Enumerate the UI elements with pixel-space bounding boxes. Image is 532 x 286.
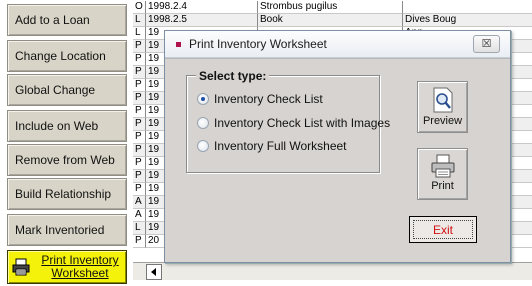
option-inventory-check-list-with-images[interactable]: Inventory Check List with Images xyxy=(197,116,390,130)
exit-label: Exit xyxy=(413,220,473,239)
dialog-titlebar[interactable]: Print Inventory Worksheet ☒ xyxy=(165,31,510,58)
add-to-loan-button[interactable]: Add to a Loan xyxy=(7,4,127,36)
option-label: Inventory Check List with Images xyxy=(214,116,391,130)
print-ws-line2: Worksheet xyxy=(51,266,109,280)
exit-button[interactable]: Exit xyxy=(409,216,477,243)
option-label: Inventory Full Worksheet xyxy=(214,139,347,153)
cell-type: O xyxy=(133,1,146,14)
table-row[interactable]: O 1998.2.4 Strombus pugilus xyxy=(133,1,532,14)
horizontal-scrollbar[interactable] xyxy=(133,262,532,280)
cell-type: P xyxy=(133,40,146,53)
cell-type: P xyxy=(133,131,146,144)
preview-button[interactable]: Preview xyxy=(417,81,468,133)
cell-type: A xyxy=(133,209,146,222)
radio-unselected-icon[interactable] xyxy=(197,140,209,152)
cell-type: A xyxy=(133,196,146,209)
cell-id: 1998.2.4 xyxy=(146,1,258,14)
remove-from-web-button[interactable]: Remove from Web xyxy=(7,144,127,176)
cell-type: P xyxy=(133,66,146,79)
print-label: Print xyxy=(431,180,454,192)
option-label: Inventory Check List xyxy=(214,92,323,106)
dialog-body: Select type: Inventory Check List Invent… xyxy=(165,58,510,262)
cell-type: P xyxy=(133,53,146,66)
scroll-left-arrow-icon[interactable] xyxy=(146,264,162,280)
cell-type: P xyxy=(133,105,146,118)
preview-label: Preview xyxy=(422,115,463,127)
cell-type: L xyxy=(133,222,146,235)
select-type-group: Select type: Inventory Check List Invent… xyxy=(186,69,390,173)
cell-type: P xyxy=(133,118,146,131)
cell-type: P xyxy=(133,79,146,92)
cell-type: P xyxy=(133,235,146,248)
cell-extra xyxy=(403,1,532,14)
sidebar: Add to a Loan Change Location Global Cha… xyxy=(0,0,128,286)
magnifier-document-icon xyxy=(433,87,452,113)
radio-selected-icon[interactable] xyxy=(197,93,209,105)
global-change-button[interactable]: Global Change xyxy=(7,74,127,106)
print-inventory-worksheet-label: Print Inventory Worksheet xyxy=(34,254,126,280)
mark-inventoried-button[interactable]: Mark Inventoried xyxy=(7,214,127,246)
include-on-web-button[interactable]: Include on Web xyxy=(7,110,127,142)
dialog-title: Print Inventory Worksheet xyxy=(189,37,327,51)
cell-extra: Dives Boug xyxy=(403,14,532,27)
table-row[interactable]: L 1998.2.5 Book Dives Boug xyxy=(133,14,532,27)
change-location-button[interactable]: Change Location xyxy=(7,40,127,72)
cell-name: Book xyxy=(258,14,403,27)
option-inventory-check-list[interactable]: Inventory Check List xyxy=(197,92,323,106)
cell-id: 1998.2.5 xyxy=(146,14,258,27)
printer-icon xyxy=(12,258,30,276)
build-relationship-button[interactable]: Build Relationship xyxy=(7,178,127,210)
option-inventory-full-worksheet[interactable]: Inventory Full Worksheet xyxy=(197,139,347,153)
cell-type: P xyxy=(133,157,146,170)
printer-icon xyxy=(431,154,454,178)
cell-type: P xyxy=(133,92,146,105)
cell-type: P xyxy=(133,144,146,157)
cell-type: L xyxy=(133,14,146,27)
print-inventory-worksheet-dialog: Print Inventory Worksheet ☒ Select type:… xyxy=(164,30,511,263)
print-button[interactable]: Print xyxy=(417,148,468,200)
select-type-label: Select type: xyxy=(196,69,270,83)
cell-type: L xyxy=(133,27,146,40)
cell-name: Strombus pugilus xyxy=(258,1,403,14)
print-inventory-worksheet-button[interactable]: Print Inventory Worksheet xyxy=(7,250,127,284)
cell-type: P xyxy=(133,183,146,196)
cell-type: P xyxy=(133,170,146,183)
close-button[interactable]: ☒ xyxy=(473,35,500,53)
app-icon xyxy=(176,42,181,47)
radio-unselected-icon[interactable] xyxy=(197,117,209,129)
